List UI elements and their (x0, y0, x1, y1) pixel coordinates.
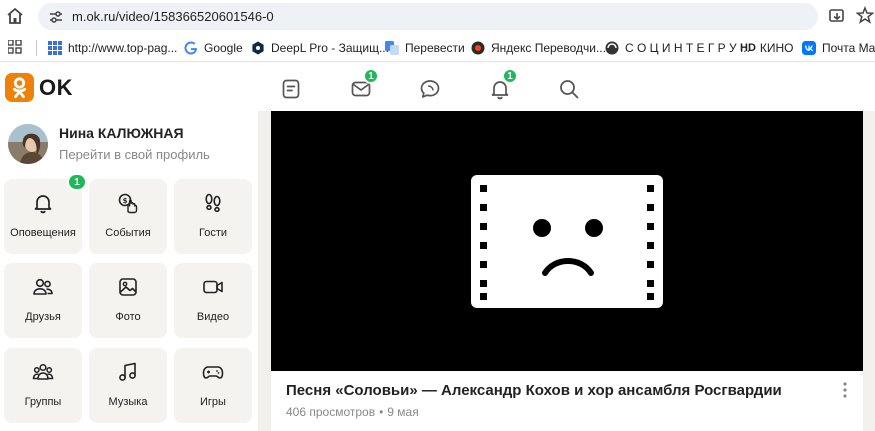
video-views: 406 просмотров (286, 405, 376, 419)
hd-favicon-icon: HD (740, 42, 756, 54)
translate-favicon-icon (385, 41, 399, 55)
tile-label: Игры (200, 396, 226, 408)
bookmark-label: КИНО (759, 41, 794, 55)
tile-events[interactable]: $ События (89, 179, 167, 254)
tile-label: Фото (115, 311, 141, 323)
google-favicon-icon (184, 41, 197, 55)
search-icon[interactable] (558, 78, 580, 100)
tile-groups[interactable]: Группы (4, 348, 82, 423)
feed-icon[interactable] (280, 78, 302, 100)
video-title[interactable]: Песня «Соловьи» — Александр Кохов и хор … (286, 382, 782, 399)
profile-link[interactable]: Перейти в свой профиль (59, 147, 210, 162)
footprints-icon (205, 193, 221, 213)
bookmark-yandex-translate[interactable]: Яндекс Переводчи... (471, 39, 606, 57)
yandex-favicon-icon (471, 41, 485, 55)
video-date: 9 мая (387, 405, 419, 419)
ok-header: OK 1 1 (0, 63, 875, 111)
photo-icon (119, 278, 137, 296)
tile-friends[interactable]: Друзья (4, 263, 82, 338)
notifications-tile-badge: 1 (67, 173, 87, 191)
bookmark-hd-kino[interactable]: HD КИНО (740, 39, 794, 57)
column-divider (258, 111, 271, 431)
home-icon[interactable] (6, 7, 24, 25)
messages-badge: 1 (363, 68, 379, 84)
bookmark-label: Почта Mail. (822, 41, 875, 55)
tile-label: Видео (196, 311, 230, 323)
groups-icon (32, 363, 54, 380)
tile-guests[interactable]: Гости (174, 179, 252, 254)
deepl-favicon-icon (252, 41, 264, 55)
discussions-icon[interactable] (419, 78, 441, 100)
bookmark-google[interactable]: Google (184, 39, 243, 57)
ok-logo-text[interactable]: OK (39, 75, 73, 101)
install-app-icon[interactable] (828, 7, 846, 25)
video-camera-icon (203, 280, 223, 294)
bookmark-label: Яндекс Переводчи... (491, 41, 606, 55)
bookmark-star-icon[interactable] (856, 6, 874, 24)
bookmarks-separator (36, 40, 37, 56)
bookmark-mail[interactable]: Почта Mail. (802, 39, 875, 57)
address-bar[interactable]: m.ok.ru/video/158366520601546-0 (38, 3, 818, 30)
profile-name[interactable]: Нина КАЛЮЖНАЯ (59, 125, 184, 141)
bookmark-label: DeepL Pro - Защищ... (271, 41, 389, 55)
bookmark-translate[interactable]: Перевести (385, 39, 465, 57)
bookmark-top-pag[interactable]: http://www.top-pag... (48, 39, 177, 57)
ok-logo-icon[interactable] (5, 73, 34, 102)
bookmark-label: С О Ц И Н Т Е Г Р У ... (625, 41, 750, 55)
apps-grid-icon[interactable] (8, 40, 22, 54)
tile-photo[interactable]: Фото (89, 263, 167, 338)
gamepad-icon (202, 366, 224, 379)
tile-music[interactable]: Музыка (89, 348, 167, 423)
tile-label: Гости (198, 227, 228, 239)
tile-video[interactable]: Видео (174, 263, 252, 338)
bookmark-socintegrum[interactable]: С О Ц И Н Т Е Г Р У ... (605, 39, 750, 57)
left-sidebar: Нина КАЛЮЖНАЯ Перейти в свой профиль Опо… (0, 111, 258, 431)
coins-icon: $ (118, 193, 138, 214)
friends-icon (33, 278, 53, 295)
bookmark-deepl[interactable]: DeepL Pro - Защищ... (251, 39, 389, 57)
bell-icon (34, 195, 52, 214)
browser-toolbar: m.ok.ru/video/158366520601546-0 (0, 0, 875, 34)
notifications-badge: 1 (502, 68, 518, 84)
video-meta: 406 просмотров • 9 мая (286, 405, 419, 419)
video-player[interactable] (271, 111, 863, 371)
url-text[interactable]: m.ok.ru/video/158366520601546-0 (72, 9, 274, 24)
more-options-icon[interactable] (838, 381, 852, 399)
meta-separator: • (379, 405, 384, 419)
site-settings-icon[interactable] (48, 9, 64, 25)
tile-label: Музыка (108, 396, 148, 408)
socintegrum-favicon-icon (605, 41, 619, 55)
grid-favicon-icon (48, 41, 62, 55)
tile-label: Оповещения (10, 227, 76, 239)
right-margin (863, 111, 875, 431)
music-note-icon (119, 362, 136, 381)
avatar[interactable] (8, 124, 48, 164)
tile-notifications[interactable]: Оповещения (4, 179, 82, 254)
bookmark-label: http://www.top-pag... (68, 41, 178, 55)
bookmark-label: Перевести (405, 41, 465, 55)
tile-label: Друзья (25, 311, 61, 323)
tile-label: События (105, 227, 151, 239)
vk-favicon-icon (802, 41, 816, 55)
bookmarks-bar: http://www.top-pag... Google DeepL Pro -… (0, 34, 875, 62)
svg-text:$: $ (123, 197, 128, 205)
tile-games[interactable]: Игры (174, 348, 252, 423)
video-unavailable-icon (471, 175, 663, 308)
tile-label: Группы (24, 396, 62, 408)
bookmark-label: Google (204, 41, 243, 55)
